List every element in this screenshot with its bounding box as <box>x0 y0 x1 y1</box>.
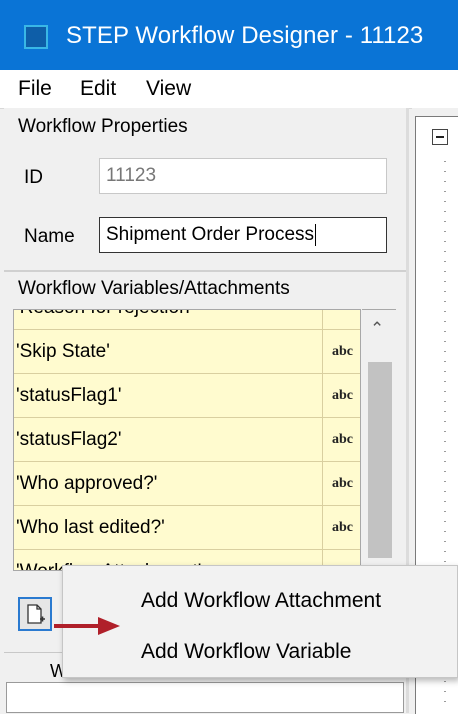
string-type-icon: abc <box>332 344 353 359</box>
text-caret <box>315 223 317 246</box>
up-arrow-icon[interactable]: ⌃ <box>370 320 384 337</box>
variables-scrollbar[interactable]: ⌃ <box>362 309 396 571</box>
description-textarea[interactable] <box>6 682 404 713</box>
workflow-variables-heading: Workflow Variables/Attachments <box>18 278 290 299</box>
scrollbar-thumb[interactable] <box>368 362 392 558</box>
id-field: 11123 <box>99 158 387 194</box>
section-divider <box>4 270 406 272</box>
variable-name: 'Skip State' <box>16 330 323 373</box>
menu-view[interactable]: View <box>146 77 191 101</box>
name-field[interactable]: Shipment Order Process <box>99 217 387 253</box>
variables-table: 'Reason for rejection' 'Skip State' abc … <box>13 309 361 571</box>
add-button[interactable] <box>18 597 52 631</box>
menu-item-add-workflow-variable[interactable]: Add Workflow Variable <box>141 640 351 664</box>
table-row[interactable]: 'Reason for rejection' <box>14 310 360 330</box>
variable-name: 'Who approved?' <box>16 462 323 505</box>
collapse-icon[interactable] <box>432 129 448 145</box>
pointer-arrow-icon <box>54 617 120 635</box>
table-row[interactable]: 'statusFlag1' abc <box>14 374 360 418</box>
variable-name: 'statusFlag2' <box>16 418 323 461</box>
variable-name: 'Reason for rejection' <box>16 310 323 329</box>
workflow-properties-heading: Workflow Properties <box>18 116 188 137</box>
variable-name: 'statusFlag1' <box>16 374 323 417</box>
title-bar: STEP Workflow Designer - 11123 <box>0 0 458 70</box>
table-row[interactable]: 'statusFlag2' abc <box>14 418 360 462</box>
menu-edit[interactable]: Edit <box>80 77 116 101</box>
name-label: Name <box>24 226 75 247</box>
id-label: ID <box>24 167 43 188</box>
table-row[interactable]: 'Who last edited?' abc <box>14 506 360 550</box>
app-icon <box>24 25 48 49</box>
menu-bar: File Edit View <box>0 70 458 109</box>
window-title: STEP Workflow Designer - 11123 <box>66 22 424 49</box>
string-type-icon: abc <box>332 432 353 447</box>
menu-item-add-workflow-attachment[interactable]: Add Workflow Attachment <box>141 589 381 613</box>
add-document-icon <box>27 604 45 624</box>
name-field-value: Shipment Order Process <box>106 224 315 245</box>
table-row[interactable]: 'Who approved?' abc <box>14 462 360 506</box>
menu-file[interactable]: File <box>18 77 52 101</box>
table-row[interactable]: 'Skip State' abc <box>14 330 360 374</box>
string-type-icon: abc <box>332 388 353 403</box>
variable-name: 'Who last edited?' <box>16 506 323 549</box>
string-type-icon: abc <box>332 520 353 535</box>
string-type-icon: abc <box>332 476 353 491</box>
